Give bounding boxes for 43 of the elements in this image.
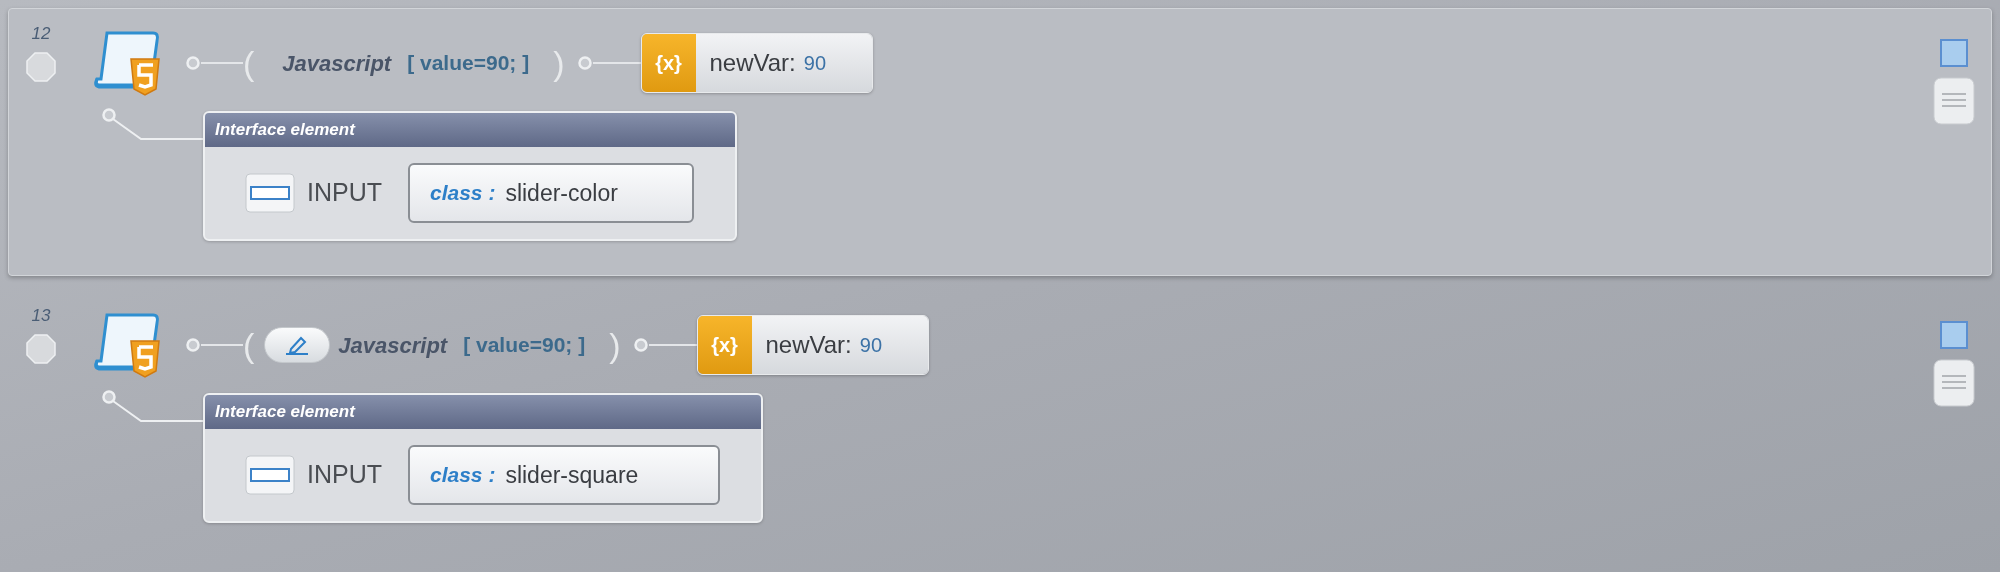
open-paren: ( (243, 46, 255, 80)
attribute-name: class : (430, 180, 496, 207)
select-checkbox-icon[interactable] (1940, 39, 1968, 67)
connector-dot-icon (632, 337, 649, 353)
code-snippet: [ value=90; ] (463, 332, 586, 359)
drag-handle-icon[interactable] (1933, 77, 1975, 125)
attribute-field[interactable]: class : slider-square (408, 445, 720, 505)
status-octagon-icon[interactable] (26, 52, 56, 82)
attribute-value: slider-square (505, 460, 639, 490)
drag-handle-icon[interactable] (1933, 359, 1975, 407)
close-paren: ) (553, 46, 565, 80)
variable-chip[interactable]: {x} newVar: 90 (696, 315, 929, 375)
language-label: Javascript (282, 49, 392, 78)
variable-name: newVar: (709, 48, 796, 78)
step-number: 13 (31, 307, 51, 324)
variable-name: newVar: (765, 330, 852, 360)
language-label: Javascript (338, 331, 448, 360)
variable-icon: {x} (641, 34, 696, 92)
variable-value: 90 (859, 333, 882, 358)
connector-dot-icon (576, 55, 593, 71)
attribute-field[interactable]: class : slider-color (408, 163, 694, 223)
edit-button[interactable] (264, 327, 331, 363)
close-paren: ) (609, 328, 621, 362)
element-tag: INPUT (307, 456, 382, 494)
step-panel[interactable]: 13 ( Javascript [ value=90; ] ) {x} newVar: 90 Interface element INPUT class : slider-square (8, 290, 1992, 558)
attribute-name: class : (430, 462, 496, 489)
attribute-value: slider-color (505, 178, 618, 208)
step-panel[interactable]: 12 ( Javascript [ value=90; ] ) {x} newVar: 90 Interface element INPUT class : slider-color (8, 8, 1992, 276)
card-title: Interface element (215, 119, 355, 142)
variable-icon: {x} (697, 316, 752, 374)
select-checkbox-icon[interactable] (1940, 321, 1968, 349)
variable-chip[interactable]: {x} newVar: 90 (640, 33, 873, 93)
status-octagon-icon[interactable] (26, 334, 56, 364)
step-number: 12 (31, 25, 51, 42)
connector-dot-icon (185, 55, 201, 71)
card-title: Interface element (215, 401, 355, 424)
open-paren: ( (243, 328, 255, 362)
code-snippet: [ value=90; ] (407, 50, 530, 77)
element-tag: INPUT (307, 174, 382, 212)
input-box-icon (245, 455, 295, 495)
input-box-icon (245, 173, 295, 213)
variable-value: 90 (803, 51, 826, 76)
connector-dot-icon (185, 337, 201, 353)
